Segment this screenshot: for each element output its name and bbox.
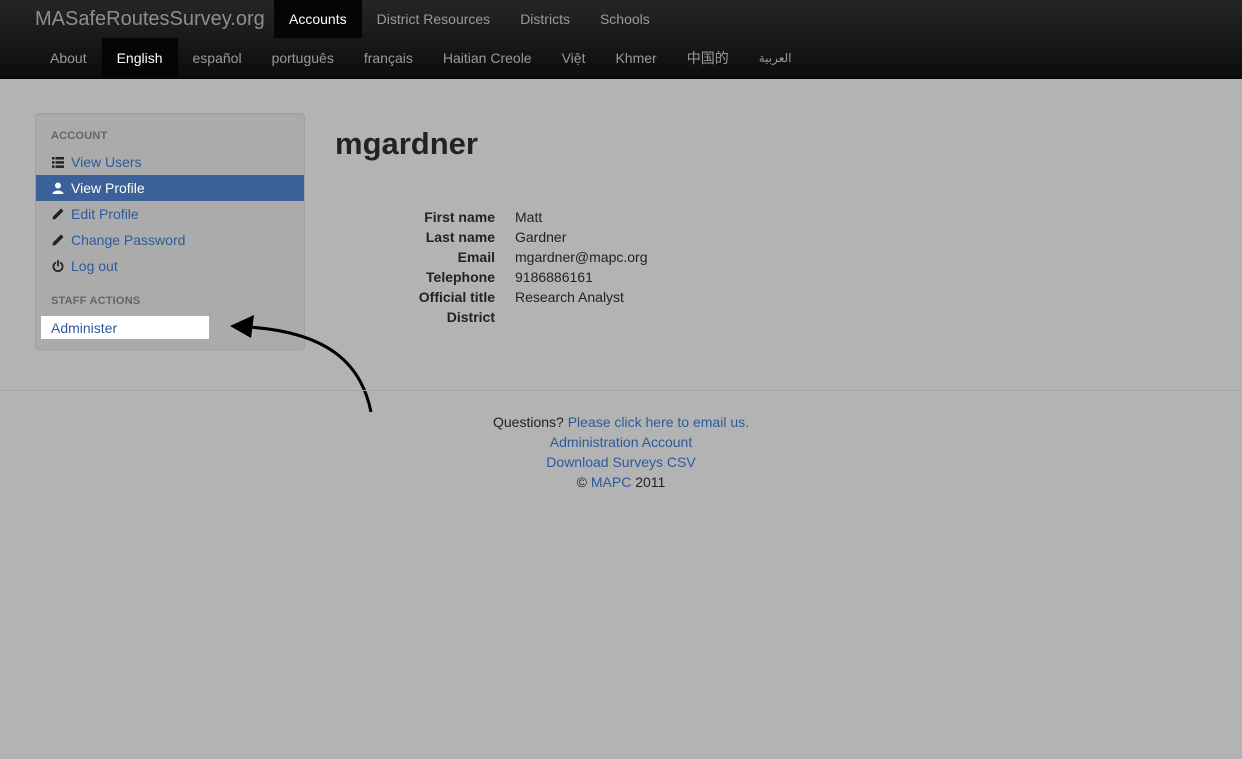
footer-questions-text: Questions?: [492, 414, 564, 430]
lang-vietnamese[interactable]: Việt: [547, 38, 601, 78]
brand-link[interactable]: MASafeRoutesSurvey.org: [35, 7, 265, 31]
detail-value: Gardner: [515, 229, 567, 245]
copyright-line: © MAPC 2011: [0, 472, 1242, 492]
sidebar-item-label: Log out: [71, 258, 118, 274]
sidebar-item-view-profile[interactable]: View Profile: [36, 175, 304, 201]
detail-value: Research Analyst: [515, 289, 624, 305]
lang-haitian-creole[interactable]: Haitian Creole: [428, 38, 547, 78]
lang-khmer[interactable]: Khmer: [600, 38, 671, 78]
detail-label: Last name: [425, 229, 495, 245]
detail-label: Telephone: [426, 269, 495, 285]
detail-value: mgardner@mapc.org: [515, 249, 648, 265]
detail-row-first-name: First name Matt: [335, 207, 648, 227]
power-icon: [51, 259, 65, 273]
detail-label: Email: [457, 249, 495, 265]
detail-value: 9186886161: [515, 269, 593, 285]
detail-row-official-title: Official title Research Analyst: [335, 287, 648, 307]
sidebar-item-view-users[interactable]: View Users: [36, 149, 304, 175]
email-us-link[interactable]: Please click here to email us.: [568, 414, 749, 430]
mapc-link[interactable]: MAPC: [591, 474, 631, 490]
pencil-icon: [51, 207, 65, 221]
lang-chinese[interactable]: 中国的: [672, 38, 744, 78]
lang-portuguese[interactable]: português: [257, 38, 349, 78]
detail-label: First name: [424, 209, 495, 225]
lang-french[interactable]: français: [349, 38, 428, 78]
nav-schools[interactable]: Schools: [585, 0, 665, 38]
footer: Questions? Please click here to email us…: [0, 412, 1242, 492]
main-nav: Accounts District Resources Districts Sc…: [274, 0, 665, 38]
lang-spanish[interactable]: español: [178, 38, 257, 78]
account-header: ACCOUNT: [51, 130, 108, 142]
sidebar-item-change-password[interactable]: Change Password: [36, 227, 304, 253]
detail-value: Matt: [515, 209, 543, 225]
page-title: mgardner: [335, 126, 478, 161]
staff-actions-header: STAFF ACTIONS: [51, 295, 141, 307]
download-surveys-csv-link[interactable]: Download Surveys CSV: [546, 454, 695, 470]
nav-accounts[interactable]: Accounts: [274, 0, 362, 38]
detail-row-telephone: Telephone 9186886161: [335, 267, 648, 287]
profile-details: First name Matt Last name Gardner Email …: [335, 207, 648, 327]
administer-link[interactable]: Administer: [41, 316, 209, 339]
sidebar-item-edit-profile[interactable]: Edit Profile: [36, 201, 304, 227]
nav-about[interactable]: About: [35, 38, 102, 78]
lang-arabic[interactable]: العربية: [744, 38, 807, 78]
top-navbar: MASafeRoutesSurvey.org Accounts District…: [0, 0, 1242, 79]
nav-districts[interactable]: Districts: [505, 0, 585, 38]
user-icon: [51, 181, 65, 195]
sidebar-item-label: View Profile: [71, 180, 145, 196]
detail-row-last-name: Last name Gardner: [335, 227, 648, 247]
sidebar-item-label: Change Password: [71, 232, 186, 248]
sidebar-item-label: View Users: [71, 154, 142, 170]
copyright-symbol: ©: [576, 474, 587, 490]
pencil-icon: [51, 233, 65, 247]
language-nav: About English español português français…: [35, 38, 807, 78]
list-icon: [51, 155, 65, 169]
detail-row-district: District: [335, 307, 648, 327]
detail-row-email: Email mgardner@mapc.org: [335, 247, 648, 267]
sidebar-item-label: Edit Profile: [71, 206, 139, 222]
copyright-year: 2011: [635, 474, 666, 490]
footer-questions-line: Questions? Please click here to email us…: [0, 412, 1242, 432]
detail-label: Official title: [418, 289, 495, 305]
footer-divider: [0, 390, 1242, 391]
administration-account-link[interactable]: Administration Account: [550, 434, 692, 450]
nav-district-resources[interactable]: District Resources: [362, 0, 506, 38]
detail-label: District: [446, 309, 495, 325]
sidebar-item-log-out[interactable]: Log out: [36, 253, 304, 279]
lang-english[interactable]: English: [101, 38, 178, 78]
